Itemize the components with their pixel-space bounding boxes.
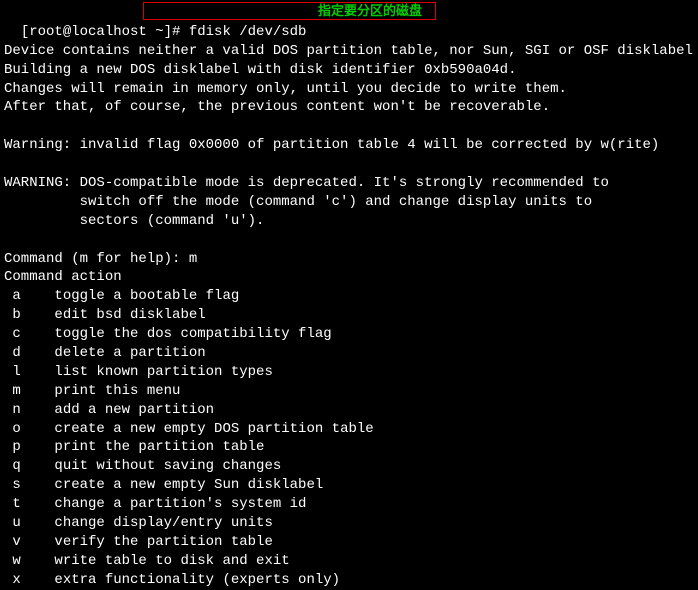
command-desc: change display/entry units xyxy=(54,515,272,531)
blank-line xyxy=(4,231,694,250)
command-desc: quit without saving changes xyxy=(54,458,281,474)
command-item: l list known partition types xyxy=(4,363,694,382)
output-line: Building a new DOS disklabel with disk i… xyxy=(4,61,694,80)
warning-line: sectors (command 'u'). xyxy=(4,212,694,231)
command-key: m xyxy=(4,382,29,401)
command-key: t xyxy=(4,495,29,514)
command-key: v xyxy=(4,533,29,552)
command-item: q quit without saving changes xyxy=(4,457,694,476)
command-item: o create a new empty DOS partition table xyxy=(4,420,694,439)
command-desc: verify the partition table xyxy=(54,534,272,550)
shell-prompt: [root@localhost ~]# xyxy=(21,24,189,40)
command-desc: create a new empty DOS partition table xyxy=(54,421,373,437)
command-desc: print this menu xyxy=(54,383,180,399)
command-item: m print this menu xyxy=(4,382,694,401)
command-key: u xyxy=(4,514,29,533)
command-item: u change display/entry units xyxy=(4,514,694,533)
command-key: q xyxy=(4,457,29,476)
output-line: After that, of course, the previous cont… xyxy=(4,98,694,117)
command-item: p print the partition table xyxy=(4,438,694,457)
command-item: x extra functionality (experts only) xyxy=(4,571,694,590)
command-desc: add a new partition xyxy=(54,402,214,418)
command-item: a toggle a bootable flag xyxy=(4,287,694,306)
command-item: b edit bsd disklabel xyxy=(4,306,694,325)
command-item: n add a new partition xyxy=(4,401,694,420)
command-desc: change a partition's system id xyxy=(54,496,306,512)
command-key: p xyxy=(4,438,29,457)
command-desc: create a new empty Sun disklabel xyxy=(54,477,323,493)
command-item: d delete a partition xyxy=(4,344,694,363)
command-desc: print the partition table xyxy=(54,439,264,455)
command-key: d xyxy=(4,344,29,363)
command-prompt-line: Command (m for help): m xyxy=(4,250,694,269)
fdisk-prompt: Command (m for help): xyxy=(4,251,189,267)
warning-line: Warning: invalid flag 0x0000 of partitio… xyxy=(4,136,694,155)
command-key: w xyxy=(4,552,29,571)
command-key: o xyxy=(4,420,29,439)
command-desc: delete a partition xyxy=(54,345,205,361)
command-desc: write table to disk and exit xyxy=(54,553,289,569)
command-item: w write table to disk and exit xyxy=(4,552,694,571)
command-item: t change a partition's system id xyxy=(4,495,694,514)
command-key: l xyxy=(4,363,29,382)
command-key: a xyxy=(4,287,29,306)
command-key: b xyxy=(4,306,29,325)
blank-line xyxy=(4,155,694,174)
output-line: Changes will remain in memory only, unti… xyxy=(4,80,694,99)
command-desc: edit bsd disklabel xyxy=(54,307,205,323)
warning-line: switch off the mode (command 'c') and ch… xyxy=(4,193,694,212)
command-key: n xyxy=(4,401,29,420)
command-item: s create a new empty Sun disklabel xyxy=(4,476,694,495)
command-item: v verify the partition table xyxy=(4,533,694,552)
warning-line: WARNING: DOS-compatible mode is deprecat… xyxy=(4,174,694,193)
shell-command[interactable]: fdisk /dev/sdb xyxy=(189,24,307,40)
command-desc: list known partition types xyxy=(54,364,272,380)
command-action-header: Command action xyxy=(4,268,694,287)
command-item: c toggle the dos compatibility flag xyxy=(4,325,694,344)
command-desc: toggle a bootable flag xyxy=(54,288,239,304)
annotation-label: 指定要分区的磁盘 xyxy=(318,2,422,20)
output-line: Device contains neither a valid DOS part… xyxy=(4,42,694,61)
command-desc: toggle the dos compatibility flag xyxy=(54,326,331,342)
command-key: s xyxy=(4,476,29,495)
command-desc: extra functionality (experts only) xyxy=(54,572,340,588)
blank-line xyxy=(4,117,694,136)
fdisk-input[interactable]: m xyxy=(189,251,197,267)
command-key: c xyxy=(4,325,29,344)
command-key: x xyxy=(4,571,29,590)
command-menu: a toggle a bootable flag b edit bsd disk… xyxy=(4,287,694,589)
